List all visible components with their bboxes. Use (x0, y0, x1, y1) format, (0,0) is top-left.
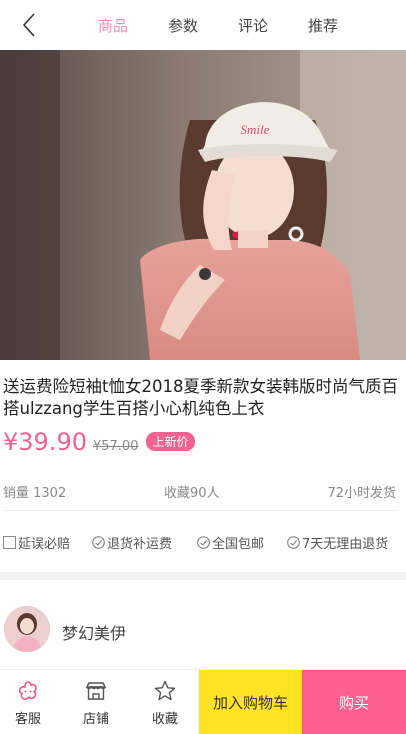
star-outline-icon (154, 680, 176, 701)
guarantee-label: 全国包邮 (212, 537, 265, 552)
service-button[interactable]: 客服 (2, 670, 54, 734)
new-price-badge: 上新价 (146, 432, 195, 451)
guarantee-item: 全国包邮 (197, 533, 264, 552)
check-circle-icon (92, 536, 105, 549)
bottom-action-bar: 客服 店铺 收藏 加入购物车 购买 (0, 669, 406, 734)
store-label: 店铺 (82, 712, 109, 727)
product-image[interactable]: Smile (0, 50, 406, 360)
tab-recommend[interactable]: 推荐 (288, 15, 358, 36)
tab-reviews[interactable]: 评论 (218, 15, 288, 36)
top-bar: 商品 参数 评论 推荐 (0, 0, 406, 50)
original-price: ¥57.00 (92, 439, 139, 454)
check-circle-icon (197, 536, 210, 549)
buy-button[interactable]: 购买 (302, 670, 406, 734)
guarantee-label: 延误必赔 (18, 537, 71, 552)
price-row: ¥39.90 ¥57.00 上新价 (3, 428, 195, 456)
guarantee-label: 退货补运费 (107, 537, 173, 552)
chevron-left-icon (22, 13, 35, 37)
shop-avatar[interactable] (4, 606, 50, 652)
product-stats: 销量 1302 收藏90人 72小时发货 (0, 482, 406, 504)
back-button[interactable] (14, 10, 44, 40)
guarantee-list: 延误必赔 退货补运费 全国包邮 7天无理由退货 (0, 533, 406, 555)
collect-button[interactable]: 收藏 (139, 670, 191, 734)
shop-row[interactable]: 梦幻美伊 (0, 600, 406, 660)
flower-chat-icon (18, 681, 37, 700)
favorite-count: 收藏90人 (164, 486, 220, 501)
storefront-icon (85, 682, 107, 700)
tab-goods[interactable]: 商品 (78, 15, 148, 36)
cap-smile-text: Smile (241, 122, 270, 137)
checkbox-icon (3, 536, 16, 549)
guarantee-label: 7天无理由退货 (302, 537, 389, 552)
shipping-time: 72小时发货 (327, 486, 396, 501)
sales-count: 销量 1302 (3, 486, 67, 501)
divider (3, 510, 396, 511)
store-button[interactable]: 店铺 (70, 670, 122, 734)
service-label: 客服 (14, 712, 41, 727)
collect-label: 收藏 (151, 712, 178, 727)
guarantee-item: 延误必赔 (3, 533, 70, 552)
tab-params[interactable]: 参数 (148, 15, 218, 36)
product-title: 送运费险短袖t恤女2018夏季新款女装韩版时尚气质百搭ulzzang学生百搭小心… (3, 377, 398, 418)
guarantee-item: 退货补运费 (92, 533, 172, 552)
section-separator (0, 572, 406, 580)
add-to-cart-button[interactable]: 加入购物车 (199, 670, 302, 734)
guarantee-item: 7天无理由退货 (287, 533, 388, 552)
shop-name[interactable]: 梦幻美伊 (62, 620, 126, 644)
tab-bar: 商品 参数 评论 推荐 (78, 0, 358, 50)
current-price: ¥39.90 (3, 428, 87, 456)
check-circle-icon (287, 536, 300, 549)
